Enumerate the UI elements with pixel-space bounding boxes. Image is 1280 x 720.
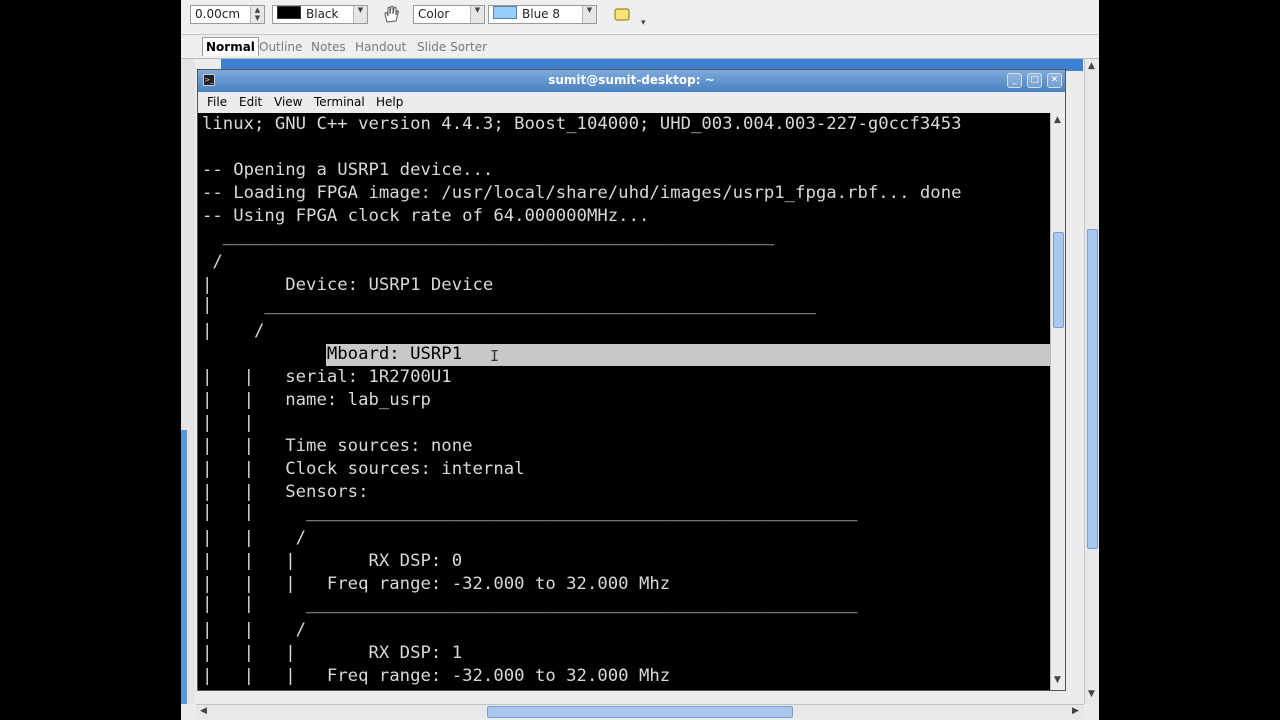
view-tabs: Normal Outline Notes Handout Slide Sorte… xyxy=(181,36,1099,59)
area-color-select[interactable]: Blue 8 ▼ xyxy=(488,5,597,24)
close-button[interactable]: ✕ xyxy=(1047,73,1062,88)
terminal-scroll-thumb[interactable] xyxy=(1053,232,1064,328)
terminal-output[interactable]: linux; GNU C++ version 4.4.3; Boost_1040… xyxy=(198,113,1050,690)
hand-icon[interactable] xyxy=(379,4,403,26)
minimize-button[interactable]: _ xyxy=(1007,73,1022,88)
terminal-line: | | serial: 1R2700U1 xyxy=(202,367,452,387)
text-cursor-icon: I xyxy=(490,347,500,365)
area-color-label: Blue 8 xyxy=(522,7,561,21)
terminal-titlebar[interactable]: >_ sumit@sumit-desktop: ~ _ □ ✕ xyxy=(198,70,1065,92)
chevron-down-icon[interactable]: ▼ xyxy=(582,6,596,23)
terminal-line: | ______________________________________… xyxy=(202,295,816,315)
menu-view[interactable]: View xyxy=(274,95,302,109)
line-width-value: 0.00cm xyxy=(195,7,241,21)
scroll-right-icon[interactable]: ▶ xyxy=(1072,706,1079,716)
terminal-line: ________________________________________… xyxy=(202,226,775,246)
horizontal-scroll-thumb[interactable] xyxy=(487,706,793,718)
shadow-icon[interactable] xyxy=(611,4,635,26)
scroll-up-icon[interactable]: ▲ xyxy=(1054,115,1061,125)
tab-normal[interactable]: Normal xyxy=(202,37,259,56)
area-style-label: Color xyxy=(418,7,450,21)
terminal-line: -- Opening a USRP1 device... xyxy=(202,160,494,180)
scroll-down-icon[interactable]: ▼ xyxy=(1088,689,1095,699)
drawing-toolbar: 0.00cm ▲ ▼ Black ▼ Color ▼ Blue 8 ▼ ▾ xyxy=(181,0,1099,35)
terminal-line: | | | RX DSP: 0 xyxy=(202,551,463,571)
terminal-line: | | | RX DSP: 1 xyxy=(202,643,463,663)
terminal-line: | | xyxy=(202,413,255,433)
line-color-label: Black xyxy=(306,7,339,21)
chevron-down-icon[interactable]: ▼ xyxy=(353,6,367,23)
terminal-scrollbar[interactable]: ▲ ▼ xyxy=(1050,113,1065,690)
vertical-scroll-thumb[interactable] xyxy=(1087,229,1098,549)
scroll-down-icon[interactable]: ▼ xyxy=(1054,675,1061,685)
toolbar-overflow-icon[interactable]: ▾ xyxy=(641,18,646,28)
terminal-line: | | Time sources: none xyxy=(202,436,473,456)
terminal-line: | | | Freq range: -32.000 to 32.000 Mhz xyxy=(202,666,671,686)
terminal-line: | | / xyxy=(202,528,307,548)
area-color-swatch xyxy=(493,6,517,19)
tab-slide-sorter[interactable]: Slide Sorter xyxy=(414,38,490,56)
tab-notes[interactable]: Notes xyxy=(308,38,349,56)
terminal-line: | | / xyxy=(202,620,307,640)
terminal-line: linux; GNU C++ version 4.4.3; Boost_1040… xyxy=(202,114,962,134)
terminal-menubar: File Edit View Terminal Help xyxy=(198,92,1065,114)
slide-pane-edge xyxy=(181,430,187,704)
terminal-line: / xyxy=(202,252,223,272)
scroll-left-icon[interactable]: ◀ xyxy=(200,706,207,716)
vertical-scrollbar[interactable]: ▲ ▼ xyxy=(1084,59,1099,704)
terminal-line: | | Clock sources: internal xyxy=(202,459,525,479)
terminal-line: | | ____________________________________… xyxy=(202,502,858,522)
line-color-swatch xyxy=(277,6,301,19)
menu-help[interactable]: Help xyxy=(376,95,403,109)
line-color-select[interactable]: Black ▼ xyxy=(272,5,368,24)
chevron-down-icon[interactable]: ▼ xyxy=(470,6,484,23)
maximize-button[interactable]: □ xyxy=(1027,73,1042,88)
menu-edit[interactable]: Edit xyxy=(239,95,262,109)
menu-terminal[interactable]: Terminal xyxy=(314,95,365,109)
tab-handout[interactable]: Handout xyxy=(352,38,409,56)
terminal-title: sumit@sumit-desktop: ~ xyxy=(548,73,715,87)
terminal-line: -- Loading FPGA image: /usr/local/share/… xyxy=(202,183,962,203)
terminal-line-selected: | | Mboard: USRP1 xyxy=(202,344,463,364)
tab-outline[interactable]: Outline xyxy=(256,38,305,56)
terminal-line: | | name: lab_usrp xyxy=(202,390,431,410)
scroll-up-icon[interactable]: ▲ xyxy=(1088,61,1095,71)
terminal-window[interactable]: >_ sumit@sumit-desktop: ~ _ □ ✕ File Edi… xyxy=(197,69,1066,691)
terminal-line: | | ____________________________________… xyxy=(202,594,858,614)
line-width-field[interactable]: 0.00cm ▲ ▼ xyxy=(190,5,265,24)
line-width-spin-button[interactable]: ▲ ▼ xyxy=(250,6,264,23)
area-style-select[interactable]: Color ▼ xyxy=(413,5,485,24)
horizontal-scrollbar[interactable]: ◀ ▶ xyxy=(196,704,1084,719)
terminal-line: | / xyxy=(202,321,265,341)
menu-file[interactable]: File xyxy=(207,95,227,109)
